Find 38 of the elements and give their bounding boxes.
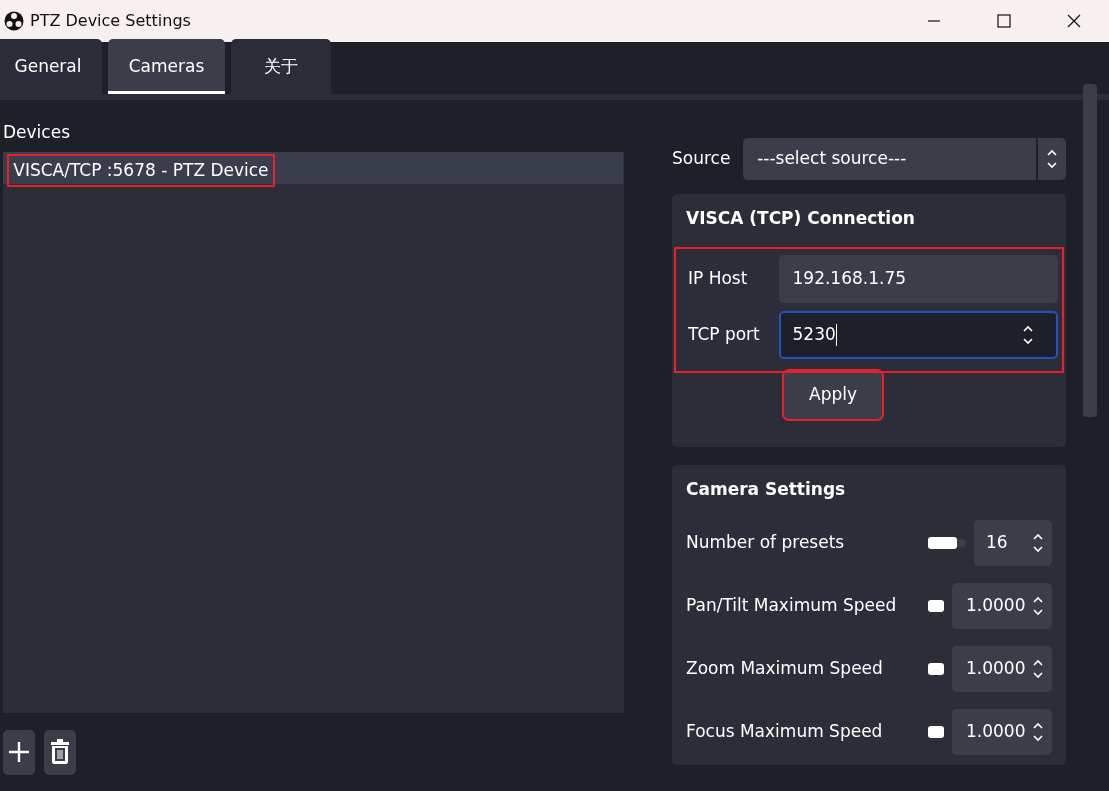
group-title: VISCA (TCP) Connection [686,207,916,230]
slider-handle[interactable] [927,662,944,675]
group-title: Camera Settings [686,478,847,501]
spin-box[interactable]: 1.0000 [952,645,1052,692]
input-field[interactable]: 5230 [778,311,1058,359]
field-label: IP Host [688,266,749,290]
setting-label: Zoom Maximum Speed [686,656,883,680]
add-button[interactable] [3,729,35,775]
field-label: TCP port [688,323,761,347]
app-logo-icon [4,11,24,32]
source-dropdown[interactable]: ---select source--- [743,138,1066,180]
trash-icon [48,739,71,765]
maximize-icon [995,12,1013,30]
section-label: Devices [3,121,71,144]
tab[interactable]: General [0,39,102,94]
device-item[interactable]: VISCA/TCP :5678 - PTZ Device [3,151,623,184]
dropdown-arrows-icon[interactable] [1046,147,1058,171]
field-label: Source [672,147,731,171]
input-field[interactable]: 192.168.1.75 [778,254,1058,303]
slider-handle[interactable] [927,725,944,738]
apply-button[interactable]: Apply [784,371,882,419]
tab[interactable]: 关于 [231,39,331,94]
minimize-icon [928,20,940,22]
close-icon [1065,12,1083,30]
setting-label: Focus Maximum Speed [686,719,883,743]
setting-label: Pan/Tilt Maximum Speed [686,593,897,617]
plus-icon [8,741,30,763]
slider[interactable] [927,538,966,547]
window-title: PTZ Device Settings [30,10,191,32]
spin-arrows-icon[interactable] [1021,323,1034,347]
spin-box[interactable]: 16 [974,519,1052,566]
spin-box[interactable]: 1.0000 [952,582,1052,629]
setting-label: Number of presets [686,530,845,554]
slider-handle[interactable] [927,599,944,612]
scrollbar[interactable] [1083,84,1097,417]
tab[interactable]: Cameras [108,39,225,94]
delete-button[interactable] [43,729,76,775]
spin-box[interactable]: 1.0000 [952,708,1052,755]
